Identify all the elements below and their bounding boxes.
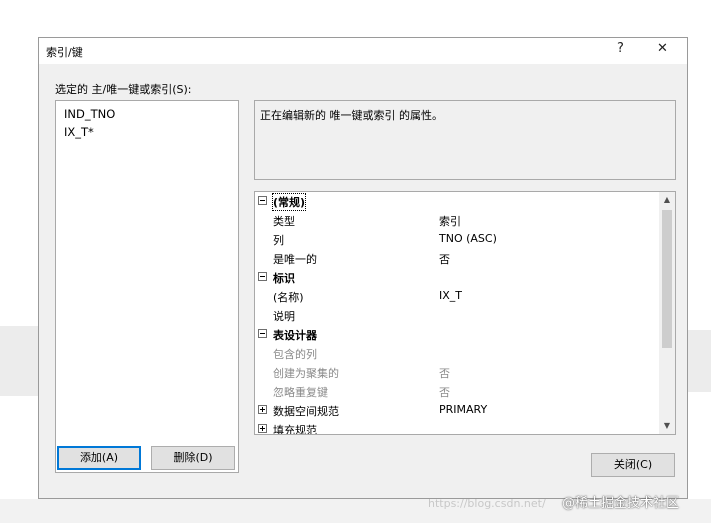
property-value[interactable]: 索引	[439, 213, 461, 229]
property-grid[interactable]: (常规) 类型 索引 列 TNO (ASC) 是唯一的 否 标识 (名称) IX…	[254, 191, 676, 435]
category-label: 标识	[273, 272, 295, 285]
description-box: 正在编辑新的 唯一键或索引 的属性。	[254, 100, 676, 180]
property-name: 列	[273, 234, 284, 247]
property-row-description[interactable]: 说明	[255, 306, 659, 325]
property-row-ignore-duplicate-keys: 忽略重复键 否	[255, 382, 659, 401]
background-strip-right	[688, 330, 711, 392]
list-item[interactable]: IND_TNO	[64, 107, 115, 121]
list-item[interactable]: IX_T*	[64, 125, 94, 139]
category-row-general[interactable]: (常规)	[255, 192, 659, 211]
background-strip-left	[0, 326, 38, 396]
property-value: 否	[439, 367, 450, 380]
expand-icon[interactable]	[258, 424, 267, 433]
category-label: 表设计器	[273, 329, 317, 342]
property-name: 说明	[273, 310, 295, 323]
watermark-text: @稀土掘金技术社区	[562, 496, 680, 511]
property-row-data-space[interactable]: 数据空间规范 PRIMARY	[255, 401, 659, 420]
property-name: 填充规范	[273, 424, 317, 435]
keys-listbox[interactable]: IND_TNO IX_T*	[55, 100, 239, 473]
property-value: 否	[439, 386, 450, 399]
description-text: 正在编辑新的 唯一键或索引 的属性。	[260, 109, 443, 122]
property-row-columns[interactable]: 列 TNO (ASC)	[255, 230, 659, 249]
category-row-table-designer[interactable]: 表设计器	[255, 325, 659, 344]
scroll-up-icon[interactable]: ▲	[659, 192, 675, 208]
add-button[interactable]: 添加(A)	[57, 446, 141, 470]
property-name: 创建为聚集的	[273, 367, 339, 380]
property-name: 包含的列	[273, 348, 317, 361]
close-button[interactable]: 关闭(C)	[591, 453, 675, 477]
property-name: 类型	[273, 215, 295, 228]
property-value[interactable]: TNO (ASC)	[439, 232, 497, 245]
property-row-is-unique[interactable]: 是唯一的 否	[255, 249, 659, 268]
property-row-type[interactable]: 类型 索引	[255, 211, 659, 230]
property-row-fill-spec[interactable]: 填充规范	[255, 420, 659, 435]
property-value[interactable]: PRIMARY	[439, 403, 487, 416]
property-value[interactable]: IX_T	[439, 289, 462, 302]
title-bar: 索引/键 ? ✕	[39, 38, 687, 64]
property-value[interactable]: 否	[439, 251, 450, 267]
property-name: 数据空间规范	[273, 405, 339, 418]
close-icon[interactable]: ✕	[657, 41, 668, 56]
property-row-name[interactable]: (名称) IX_T	[255, 287, 659, 306]
property-name: 是唯一的	[273, 253, 317, 266]
index-keys-dialog: 索引/键 ? ✕ 选定的 主/唯一键或索引(S): IND_TNO IX_T* …	[38, 37, 688, 499]
scroll-down-icon[interactable]: ▼	[659, 418, 675, 434]
property-row-create-clustered: 创建为聚集的 否	[255, 363, 659, 382]
expand-icon[interactable]	[258, 405, 267, 414]
help-button[interactable]: ?	[617, 41, 624, 56]
property-row-included-columns: 包含的列	[255, 344, 659, 363]
category-row-identity[interactable]: 标识	[255, 268, 659, 287]
collapse-icon[interactable]	[258, 329, 267, 338]
collapse-icon[interactable]	[258, 196, 267, 205]
property-name: (名称)	[273, 291, 304, 304]
collapse-icon[interactable]	[258, 272, 267, 281]
vertical-scrollbar[interactable]: ▲ ▼	[659, 192, 675, 434]
property-name: 忽略重复键	[273, 386, 328, 399]
scrollbar-thumb[interactable]	[662, 210, 672, 348]
category-label: (常规)	[271, 193, 307, 211]
selected-keys-label: 选定的 主/唯一键或索引(S):	[55, 83, 192, 96]
dialog-title: 索引/键	[46, 46, 83, 59]
delete-button[interactable]: 删除(D)	[151, 446, 235, 470]
watermark-url: https://blog.csdn.net/	[428, 497, 546, 510]
